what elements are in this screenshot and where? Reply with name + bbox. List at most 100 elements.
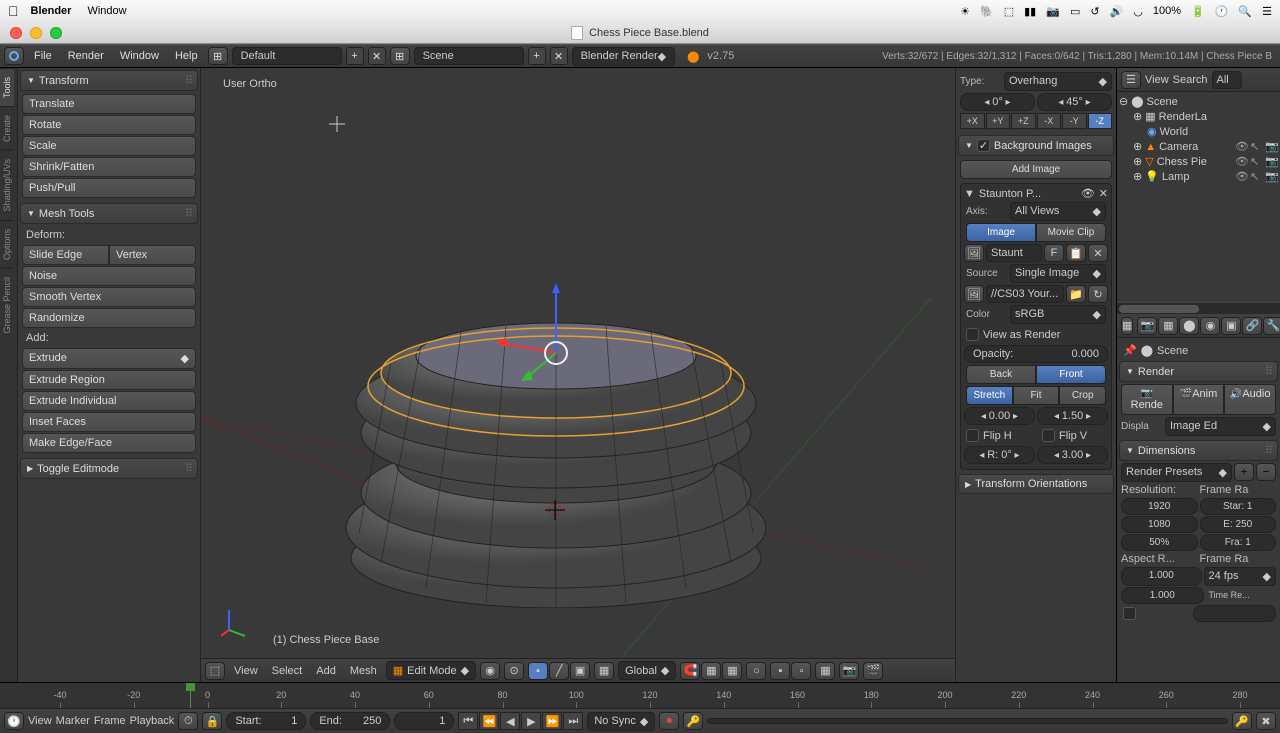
scene-breadcrumb[interactable]: Scene: [1157, 345, 1188, 357]
opengl-anim-button[interactable]: 🎬: [863, 662, 883, 680]
bg-images-header[interactable]: ▼✓Background Images: [958, 135, 1114, 156]
window-menu-info[interactable]: Window: [114, 50, 165, 62]
tab-create[interactable]: Create: [0, 106, 14, 150]
bg-reload-button[interactable]: ↻: [1088, 285, 1108, 303]
snap-target-button[interactable]: ▦: [722, 662, 742, 680]
timeline-editor-type[interactable]: 🕐: [4, 712, 24, 730]
timeline-cursor[interactable]: [190, 683, 191, 708]
layout-browse-button[interactable]: ⊞: [208, 47, 228, 65]
border-check[interactable]: [1121, 605, 1191, 622]
status-dropbox-icon[interactable]: ⬚: [1004, 5, 1014, 18]
render-preview-button[interactable]: ▦: [815, 662, 835, 680]
smooth-vertex-button[interactable]: Smooth Vertex: [22, 287, 196, 307]
make-edge-face-button[interactable]: Make Edge/Face: [22, 433, 196, 453]
mode-dropdown[interactable]: ▦Edit Mode◆: [386, 661, 476, 680]
extrude-dropdown[interactable]: Extrude◆: [22, 348, 196, 369]
lamp-visible-toggle[interactable]: 👁: [1235, 170, 1248, 183]
bg-crop-button[interactable]: Crop: [1059, 386, 1106, 405]
props-context-layers[interactable]: ▦: [1158, 317, 1178, 335]
spotlight-icon[interactable]: 🔍: [1238, 5, 1252, 18]
res-y-field[interactable]: 1080: [1121, 516, 1198, 533]
props-context-modifier[interactable]: 🔧: [1263, 317, 1280, 335]
animation-button[interactable]: 🎬Anim: [1173, 384, 1225, 415]
outliner-scrollbar[interactable]: [1117, 302, 1280, 314]
angle-max-field[interactable]: ◂ 45° ▸: [1037, 93, 1112, 111]
clock-icon[interactable]: 🕐: [1215, 5, 1229, 18]
axis-ny[interactable]: -Y: [1062, 113, 1087, 129]
scene-add-button[interactable]: +: [528, 47, 546, 65]
play-button[interactable]: ▶: [521, 712, 541, 730]
maximize-window-button[interactable]: [50, 27, 62, 39]
push-pull-button[interactable]: Push/Pull: [22, 178, 196, 198]
bg-remove-button[interactable]: ✕: [1088, 244, 1108, 262]
outliner-view-menu[interactable]: View: [1145, 74, 1169, 86]
bg-image-tab[interactable]: Image: [966, 223, 1036, 242]
tl-range-button[interactable]: ⏱: [178, 712, 198, 730]
add-image-button[interactable]: Add Image: [960, 160, 1112, 179]
camera-select-toggle[interactable]: ↖: [1250, 140, 1263, 153]
notification-icon[interactable]: ☰: [1262, 5, 1272, 18]
lamp-item[interactable]: Lamp: [1162, 171, 1190, 183]
tl-frame-menu[interactable]: Frame: [94, 715, 126, 727]
bg-unlink-button[interactable]: 📋: [1066, 244, 1086, 262]
prev-keyframe-button[interactable]: ⏪: [479, 712, 499, 730]
mesh-select-toggle[interactable]: ↖: [1250, 155, 1263, 168]
opacity-field[interactable]: Opacity:0.000: [964, 345, 1108, 363]
editor-type-button[interactable]: [4, 47, 24, 65]
snap-type-button[interactable]: ▦: [701, 662, 721, 680]
scene-dropdown[interactable]: Scene: [414, 47, 524, 65]
lamp-select-toggle[interactable]: ↖: [1250, 170, 1263, 183]
tl-end-field[interactable]: End:250: [310, 712, 390, 730]
status-camera-icon[interactable]: 📷: [1046, 5, 1060, 18]
limit-selection-button[interactable]: ▦: [594, 662, 614, 680]
world-item[interactable]: World: [1160, 126, 1189, 138]
vertex-select-button[interactable]: ▪: [528, 662, 548, 680]
status-display-icon[interactable]: ▭: [1070, 5, 1080, 18]
props-context-world[interactable]: ◉: [1200, 317, 1220, 335]
bg-image-remove-button[interactable]: ✕: [1099, 187, 1108, 200]
bg-x-field[interactable]: ◂ 0.00 ▸: [964, 407, 1035, 425]
scene-remove-button[interactable]: ✕: [550, 47, 568, 65]
3d-viewport[interactable]: User Ortho (1) Chess Piece Base: [200, 68, 956, 682]
auto-keyframe-button[interactable]: ⏺: [659, 712, 679, 730]
props-editor-type[interactable]: ▦: [1121, 317, 1133, 335]
edge-select-button[interactable]: ╱: [549, 662, 569, 680]
aspect-y-field[interactable]: 1.000: [1121, 587, 1204, 604]
timeremap-field[interactable]: [1193, 605, 1277, 622]
bg-path-field[interactable]: //CS03 Your...: [986, 285, 1064, 303]
tl-marker-menu[interactable]: Marker: [56, 715, 90, 727]
audio-button[interactable]: 🔊Audio: [1224, 384, 1276, 415]
overhang-type-select[interactable]: Overhang◆: [1004, 72, 1112, 91]
tab-options[interactable]: Options: [0, 220, 14, 268]
randomize-button[interactable]: Randomize: [22, 308, 196, 328]
display-select[interactable]: Image Ed◆: [1165, 417, 1276, 436]
tl-view-menu[interactable]: View: [28, 715, 52, 727]
opengl-render-button[interactable]: 📷: [839, 662, 859, 680]
render-presets-select[interactable]: Render Presets◆: [1121, 463, 1232, 482]
insert-key-button[interactable]: 🔑: [1232, 712, 1252, 730]
lamp-render-toggle[interactable]: 📷: [1265, 170, 1278, 183]
bg-path-icon[interactable]: 🖼: [964, 285, 984, 303]
props-context-scene[interactable]: ⬤: [1179, 317, 1199, 335]
mesh-tools-header[interactable]: ▼Mesh Tools⠿: [20, 203, 198, 224]
bg-y-field[interactable]: ◂ 1.50 ▸: [1037, 407, 1108, 425]
rotate-button[interactable]: Rotate: [22, 115, 196, 135]
tab-tools[interactable]: Tools: [0, 68, 14, 106]
window-menu[interactable]: Window: [87, 5, 126, 17]
res-x-field[interactable]: 1920: [1121, 498, 1198, 515]
transform-orientations-header[interactable]: ▶Transform Orientations: [958, 474, 1114, 494]
tab-grease[interactable]: Grease Pencil: [0, 268, 14, 342]
tl-playback-menu[interactable]: Playback: [130, 715, 175, 727]
add-menu-vp[interactable]: Add: [311, 665, 341, 677]
keying-set-button[interactable]: 🔑: [683, 712, 703, 730]
timeline-ruler[interactable]: -40-200204060801001201401601802002202402…: [0, 683, 1280, 709]
outliner-editor-type[interactable]: ☰: [1121, 71, 1141, 89]
bg-browse-icon[interactable]: 🖼: [964, 244, 984, 262]
bg-stretch-button[interactable]: Stretch: [966, 386, 1013, 405]
jump-start-button[interactable]: ⏮: [458, 712, 478, 730]
apple-menu[interactable]: : [8, 3, 19, 19]
slide-edge-button[interactable]: Slide Edge: [22, 245, 109, 265]
status-evernote-icon[interactable]: 🐘: [980, 5, 994, 18]
battery-icon[interactable]: 🔋: [1191, 5, 1205, 18]
minimize-window-button[interactable]: [30, 27, 42, 39]
